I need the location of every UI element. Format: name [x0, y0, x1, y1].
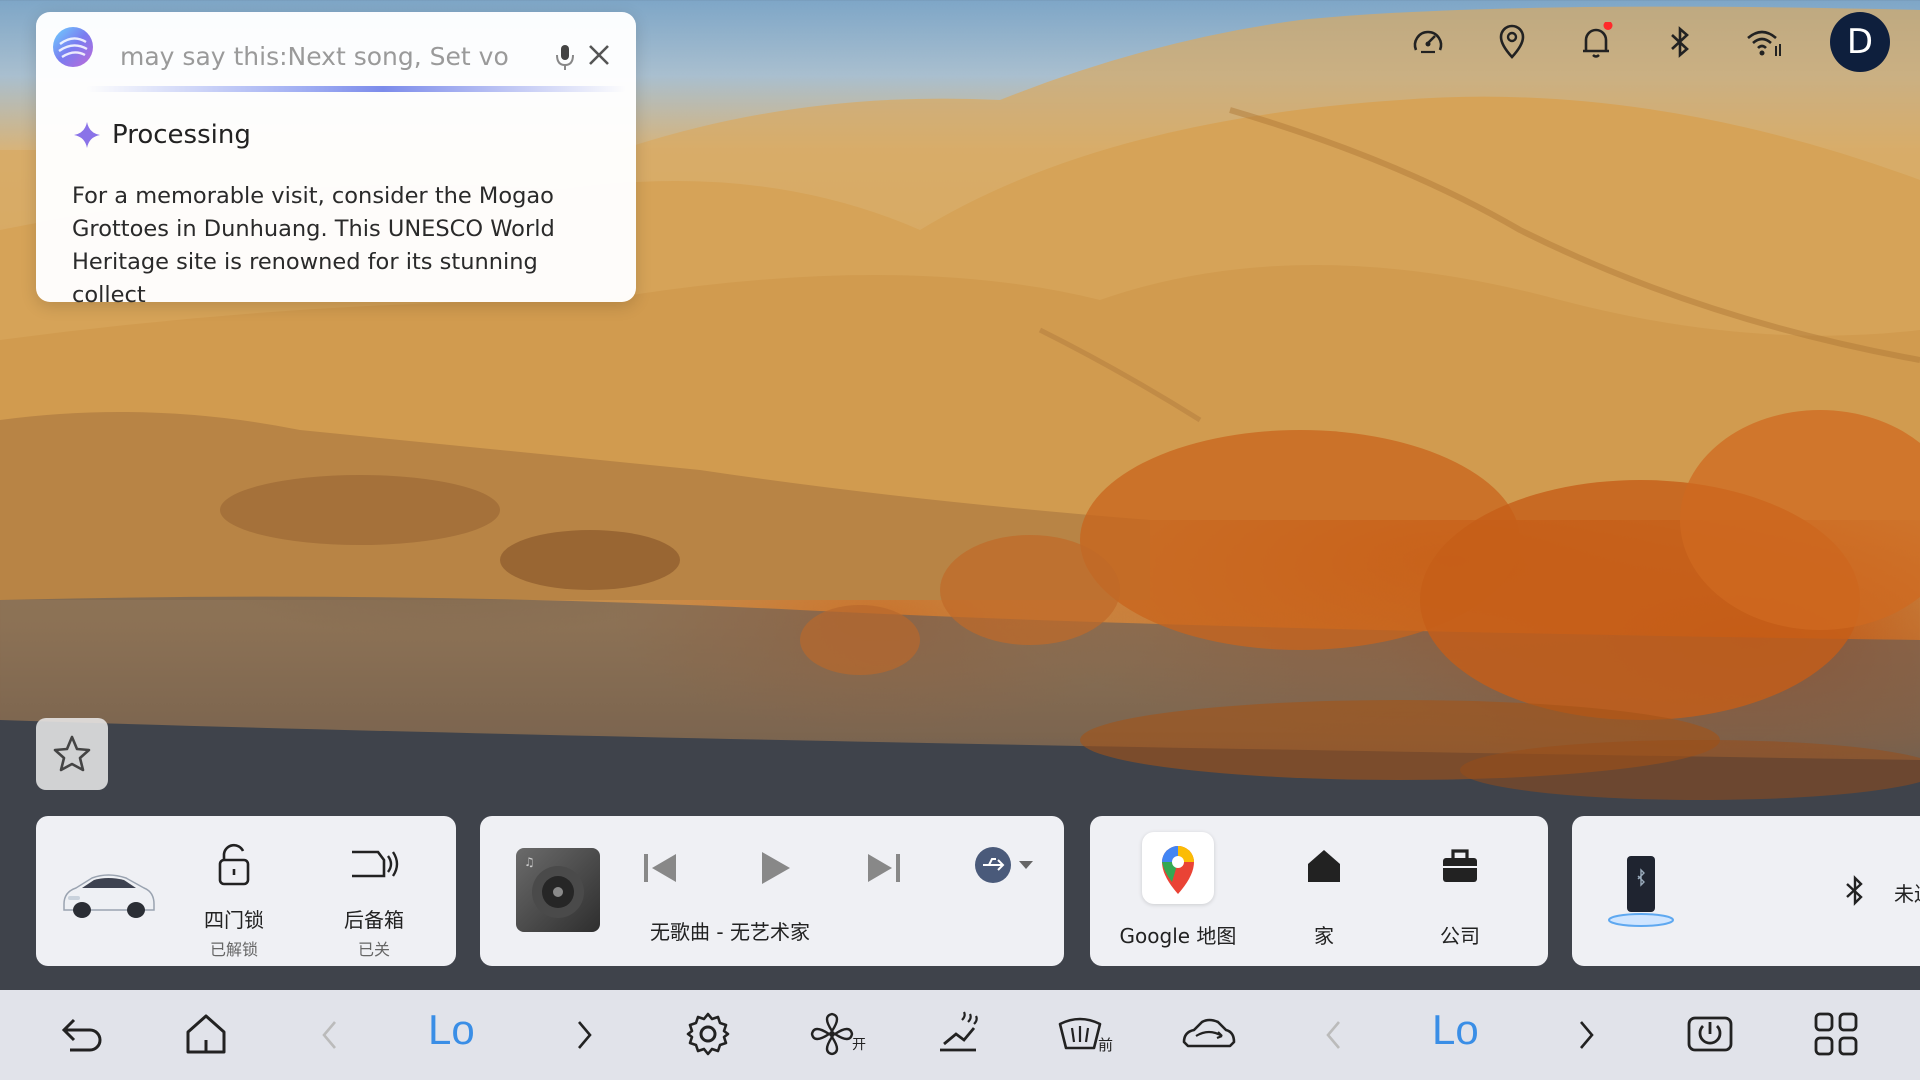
notification-dot	[1603, 22, 1613, 30]
left-temp-increase-icon[interactable]	[572, 1018, 596, 1052]
trunk-status: 已关	[357, 940, 390, 959]
defrost-front-label: 前	[1098, 1036, 1114, 1054]
voice-assistant-card: may say this:Next song, Set vo Processin…	[36, 12, 636, 308]
svg-text:♫: ♫	[524, 855, 535, 869]
avatar-letter: D	[1846, 22, 1874, 62]
navigation-card: Google 地图 家 公司	[1090, 816, 1548, 966]
right-temp-increase-icon[interactable]	[1574, 1018, 1598, 1052]
microphone-icon[interactable]	[552, 42, 578, 72]
media-source-selector[interactable]	[974, 846, 1034, 884]
google-maps-label: Google 地图	[1119, 924, 1237, 948]
phone-connection-card[interactable]: 未连	[1572, 816, 1920, 966]
door-lock-status: 已解锁	[209, 940, 258, 959]
defrost-icon	[1058, 1017, 1102, 1050]
previous-track-icon[interactable]	[640, 848, 680, 888]
left-temperature: Lo	[428, 1006, 475, 1053]
home-label: 家	[1314, 924, 1334, 948]
home-button-icon[interactable]	[182, 1010, 230, 1058]
seat-heating-icon[interactable]	[934, 1010, 982, 1058]
back-icon[interactable]	[58, 1010, 106, 1058]
fan-on-label: 开	[852, 1037, 866, 1053]
assistant-answer-text: For a memorable visit, consider the Moga…	[72, 183, 555, 308]
map-pin-icon	[1162, 846, 1194, 894]
voice-waveform	[86, 86, 626, 92]
processing-status: Processing	[72, 120, 251, 150]
close-icon[interactable]	[584, 40, 614, 70]
google-maps-app-icon	[1142, 832, 1214, 904]
location-pin-icon[interactable]	[1492, 22, 1532, 62]
settings-gear-icon[interactable]	[684, 1010, 732, 1058]
track-info: 无歌曲 - 无艺术家	[650, 920, 810, 944]
app-grid-icon[interactable]	[1812, 1010, 1860, 1058]
fan-control[interactable]: 开	[808, 1010, 872, 1060]
sparkle-icon	[74, 122, 100, 148]
right-temperature: Lo	[1432, 1006, 1479, 1053]
bluetooth-icon[interactable]	[1660, 22, 1700, 62]
right-temp-decrease-icon[interactable]	[1322, 1018, 1346, 1052]
user-avatar[interactable]: D	[1830, 12, 1890, 72]
assistant-logo-icon[interactable]	[50, 24, 96, 70]
processing-label: Processing	[112, 120, 251, 150]
air-recirculation-icon[interactable]	[1180, 1010, 1238, 1058]
climate-power-icon[interactable]	[1686, 1010, 1734, 1058]
voice-query-text: may say this:Next song, Set vo	[120, 42, 509, 71]
door-lock-label: 四门锁	[204, 908, 264, 932]
bluetooth-status-icon	[1846, 875, 1863, 906]
speedometer-icon[interactable]	[1408, 22, 1448, 62]
media-player-card: ♫ 无歌曲 - 无艺术家	[480, 816, 1064, 966]
bottom-dock: Lo 开 前 Lo	[0, 990, 1920, 1080]
favorite-button[interactable]	[36, 718, 108, 790]
chevron-down-icon	[1019, 861, 1033, 869]
trunk-icon	[352, 850, 399, 878]
bluetooth-status-text: 未连	[1894, 882, 1920, 906]
bell-icon[interactable]	[1576, 22, 1616, 62]
next-track-icon[interactable]	[864, 848, 904, 888]
front-defrost-control[interactable]: 前	[1056, 1010, 1120, 1060]
phone-icon	[1608, 856, 1674, 927]
unlock-icon	[218, 843, 250, 886]
car-image[interactable]	[58, 856, 158, 926]
home-icon	[1308, 850, 1340, 882]
star-icon	[53, 735, 91, 772]
left-temp-decrease-icon[interactable]	[318, 1018, 342, 1052]
usb-icon	[975, 847, 1011, 883]
briefcase-icon	[1443, 849, 1477, 882]
fan-icon	[810, 1012, 854, 1056]
trunk-label: 后备箱	[344, 908, 404, 932]
vehicle-status-card: 四门锁 已解锁 后备箱 已关	[36, 816, 456, 966]
wifi-icon[interactable]	[1744, 22, 1784, 62]
work-label: 公司	[1440, 924, 1480, 948]
play-icon[interactable]	[754, 846, 794, 890]
